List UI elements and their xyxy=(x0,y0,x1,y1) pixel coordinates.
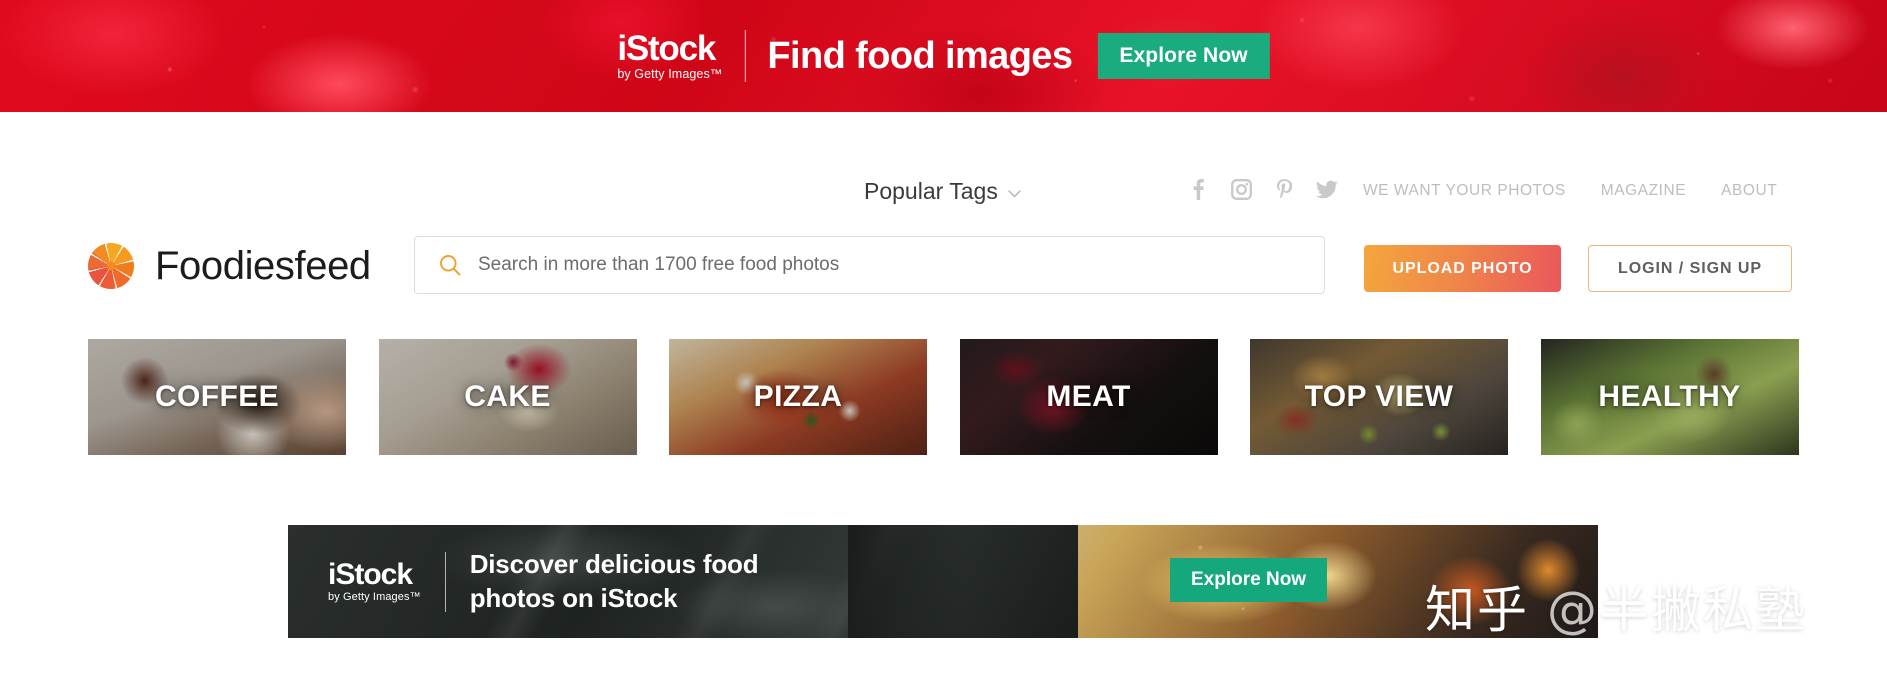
divider xyxy=(744,30,746,82)
aperture-icon xyxy=(88,243,134,289)
istock-logo: iStock by Getty Images™ xyxy=(328,560,421,603)
tile-label: PIZZA xyxy=(753,380,843,413)
tile-label: COFFEE xyxy=(154,380,280,413)
top-ad-banner[interactable]: iStock by Getty Images™ Find food images… xyxy=(0,0,1887,112)
top-banner-content: iStock by Getty Images™ Find food images… xyxy=(617,30,1270,82)
login-signup-button[interactable]: LOGIN / SIGN UP xyxy=(1588,245,1792,292)
istock-wordmark: iStock xyxy=(617,29,716,69)
tile-label: TOP VIEW xyxy=(1304,380,1454,413)
tile-label: CAKE xyxy=(464,380,551,413)
category-tile-coffee[interactable]: COFFEE xyxy=(88,339,346,455)
nav-link-magazine[interactable]: MAGAZINE xyxy=(1601,182,1686,200)
istock-logo: iStock by Getty Images™ xyxy=(617,31,722,81)
ad-banner-headline: Discover delicious food photos on iStock xyxy=(470,548,759,615)
category-tile-cake[interactable]: CAKE xyxy=(378,339,637,455)
facebook-icon[interactable] xyxy=(1187,178,1209,200)
istock-tagline: by Getty Images™ xyxy=(328,591,421,603)
search-input[interactable] xyxy=(478,237,1324,293)
nav-link-we-want-your-photos[interactable]: WE WANT YOUR PHOTOS xyxy=(1363,182,1566,200)
twitter-icon[interactable] xyxy=(1316,178,1338,200)
chevron-down-icon xyxy=(1008,185,1021,202)
site-logo[interactable]: Foodiesfeed xyxy=(88,243,371,289)
category-tile-meat[interactable]: MEAT xyxy=(959,339,1218,455)
category-tile-healthy[interactable]: HEALTHY xyxy=(1540,339,1799,455)
site-logo-text: Foodiesfeed xyxy=(155,243,371,288)
search-icon xyxy=(439,254,461,276)
category-tiles: COFFEE CAKE PIZZA MEAT TOP VIEW HEALTHY xyxy=(88,339,1800,455)
divider xyxy=(444,551,446,612)
ad-headline-line-1: Discover delicious food xyxy=(469,549,759,580)
ad-banner-explore-button[interactable]: Explore Now xyxy=(1170,558,1328,602)
istock-wordmark: iStock xyxy=(328,558,413,591)
top-banner-headline: Find food images xyxy=(767,34,1073,77)
popular-tags-dropdown[interactable]: Popular Tags xyxy=(864,178,1021,205)
utility-links: WE WANT YOUR PHOTOS MAGAZINE ABOUT xyxy=(1363,182,1777,200)
category-tile-pizza[interactable]: PIZZA xyxy=(669,339,927,455)
tile-label: MEAT xyxy=(1046,380,1131,413)
search-bar[interactable] xyxy=(414,236,1325,294)
pinterest-icon[interactable] xyxy=(1273,178,1295,200)
tile-label: HEALTHY xyxy=(1598,380,1741,413)
nav-link-about[interactable]: ABOUT xyxy=(1721,182,1777,200)
top-banner-explore-button[interactable]: Explore Now xyxy=(1097,33,1270,79)
ad-banner-content: iStock by Getty Images™ Discover delicio… xyxy=(288,525,1078,638)
istock-tagline: by Getty Images™ xyxy=(617,67,723,82)
category-tile-top-view[interactable]: TOP VIEW xyxy=(1250,339,1508,455)
instagram-icon[interactable] xyxy=(1230,178,1252,200)
bottom-ad-banner[interactable]: iStock by Getty Images™ Discover delicio… xyxy=(288,525,1598,638)
popular-tags-label: Popular Tags xyxy=(864,178,998,204)
upload-photo-button[interactable]: UPLOAD PHOTO xyxy=(1364,245,1561,292)
social-links xyxy=(1187,178,1338,200)
ad-headline-line-2: photos on iStock xyxy=(469,582,678,613)
